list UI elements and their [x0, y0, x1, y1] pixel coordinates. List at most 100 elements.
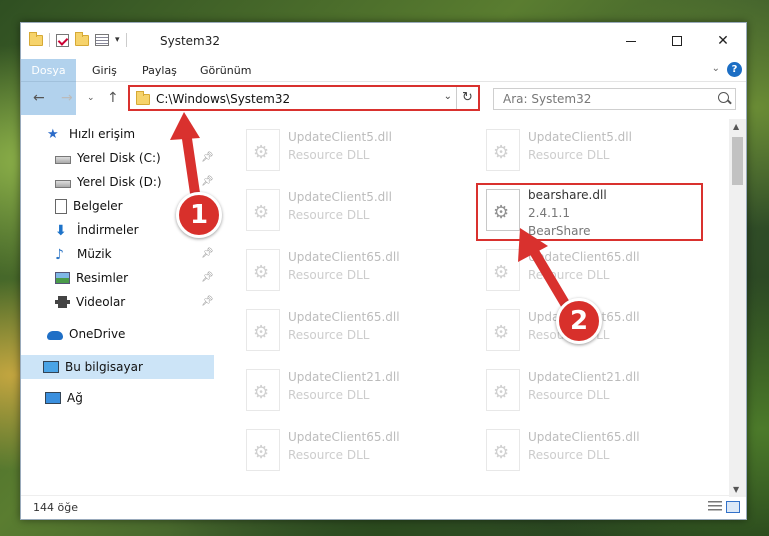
up-arrow-icon[interactable]: ↑ [107, 90, 119, 106]
address-path[interactable]: C:\Windows\System32 [156, 92, 290, 106]
maximize-icon [672, 36, 682, 46]
drive-icon [55, 156, 71, 164]
customize-icon[interactable] [95, 34, 109, 46]
back-arrow-icon[interactable]: ← [33, 90, 45, 106]
close-button[interactable]: ✕ [700, 23, 746, 59]
file-name: UpdateClient65.dll [528, 250, 640, 264]
sidebar-item-network[interactable]: Ağ [45, 387, 83, 409]
sidebar-item-label: Resimler [76, 271, 129, 285]
sidebar-item-label: Bu bilgisayar [65, 360, 143, 374]
sidebar-item-label: Yerel Disk (D:) [77, 175, 162, 189]
pin-icon[interactable]: 📌︎ [201, 272, 214, 283]
dll-file-icon [486, 369, 520, 411]
maximize-button[interactable] [654, 23, 700, 59]
list-item[interactable]: UpdateClient21.dll Resource DLL [216, 363, 436, 419]
sidebar-item-this-pc[interactable]: Bu bilgisayar [21, 355, 214, 379]
file-name: UpdateClient21.dll [288, 370, 400, 384]
pin-icon[interactable]: 📌︎ [201, 296, 214, 307]
list-item[interactable]: UpdateClient65.dll Resource DLL [456, 243, 676, 299]
list-item[interactable]: UpdateClient21.dll Resource DLL [456, 363, 676, 419]
dll-file-icon [486, 309, 520, 351]
quick-access-toolbar: ▾ [29, 31, 127, 47]
file-name: UpdateClient5.dll [528, 130, 632, 144]
search-placeholder: Ara: System32 [503, 92, 592, 106]
sidebar-item-videos[interactable]: Videolar [55, 291, 125, 313]
file-name: UpdateClient21.dll [528, 370, 640, 384]
sidebar-item-local-disk-c[interactable]: Yerel Disk (C:) [55, 147, 161, 169]
sidebar-item-pictures[interactable]: Resimler [55, 267, 128, 289]
pin-icon[interactable]: 📌︎ [201, 248, 214, 259]
file-description: Resource DLL [528, 388, 610, 402]
sidebar-item-label: Videolar [76, 295, 126, 309]
tab-share[interactable]: Paylaş [142, 59, 177, 82]
help-icon[interactable]: ? [727, 62, 742, 77]
file-description: Resource DLL [528, 268, 610, 282]
sidebar-item-label: İndirmeler [77, 223, 139, 237]
sidebar-item-onedrive[interactable]: OneDrive [47, 323, 125, 345]
divider [49, 33, 50, 47]
item-count: 144 öğe [33, 501, 78, 514]
recent-locations-chevron-icon[interactable]: ⌄ [87, 93, 95, 103]
list-item[interactable]: UpdateClient65.dll Resource DLL [216, 303, 436, 359]
tab-view[interactable]: Görünüm [200, 59, 251, 82]
search-icon[interactable] [718, 92, 729, 103]
scrollbar-thumb[interactable] [732, 137, 743, 185]
pin-icon[interactable]: 📌︎ [201, 152, 214, 163]
sidebar-item-local-disk-d[interactable]: Yerel Disk (D:) [55, 171, 162, 193]
sidebar-item-label: Müzik [77, 247, 112, 261]
scroll-up-icon[interactable]: ▲ [733, 122, 739, 131]
list-item[interactable]: UpdateClient5.dll Resource DLL [216, 123, 436, 179]
tab-home[interactable]: Giriş [92, 59, 117, 82]
file-description: Resource DLL [288, 148, 370, 162]
list-item[interactable]: UpdateClient5.dll Resource DLL [216, 183, 436, 239]
sidebar-item-music[interactable]: ♪ Müzik [55, 243, 112, 265]
file-name: UpdateClient5.dll [288, 130, 392, 144]
list-item[interactable]: UpdateClient5.dll Resource DLL [456, 123, 676, 179]
chevron-down-icon[interactable]: ⌄ [444, 91, 452, 102]
file-list: UpdateClient5.dll Resource DLL UpdateCli… [216, 119, 731, 499]
list-item[interactable]: UpdateClient65.dll Resource DLL [456, 423, 676, 479]
ribbon-tabs: Dosya Giriş Paylaş Görünüm ⌄ ? [21, 59, 746, 115]
minimize-button[interactable] [608, 23, 654, 59]
chevron-down-icon[interactable]: ⌄ [712, 63, 720, 74]
sidebar-item-label: Belgeler [73, 199, 123, 213]
pin-icon[interactable]: 📌︎ [201, 176, 214, 187]
file-description: Resource DLL [528, 148, 610, 162]
scroll-down-icon[interactable]: ▼ [733, 485, 739, 494]
sidebar-item-label: OneDrive [69, 327, 126, 341]
dll-file-icon [486, 429, 520, 471]
file-description: Resource DLL [528, 448, 610, 462]
title-bar: ▾ System32 ✕ [21, 23, 746, 59]
list-item[interactable]: UpdateClient65.dll Resource DLL [216, 423, 436, 479]
sidebar-item-label: Hızlı erişim [69, 127, 136, 141]
window-title: System32 [160, 34, 221, 48]
file-name: UpdateClient65.dll [288, 250, 400, 264]
dll-file-icon [246, 129, 280, 171]
cloud-icon [47, 331, 63, 340]
new-folder-icon[interactable] [75, 31, 89, 46]
refresh-icon[interactable]: ↻ [456, 87, 478, 109]
folder-icon [29, 31, 43, 46]
forward-arrow-icon[interactable]: → [61, 90, 73, 106]
step-marker-1: 1 [176, 192, 222, 238]
sidebar-item-downloads[interactable]: ⬇ İndirmeler [55, 219, 139, 241]
sidebar-item-quick-access[interactable]: ★ Hızlı erişim [47, 123, 135, 145]
vertical-scrollbar[interactable]: ▲ ▼ [729, 119, 746, 497]
file-name: UpdateClient65.dll [288, 430, 400, 444]
sidebar-item-label: Ağ [67, 391, 83, 405]
details-view-icon[interactable] [708, 501, 722, 513]
file-name: UpdateClient65.dll [528, 430, 640, 444]
large-icons-view-icon[interactable] [726, 501, 740, 513]
status-bar: 144 öğe [21, 495, 746, 519]
properties-check-icon[interactable] [56, 33, 69, 47]
chevron-down-icon[interactable]: ▾ [115, 35, 120, 45]
folder-icon [136, 91, 150, 105]
list-item[interactable]: UpdateClient65.dll Resource DLL [216, 243, 436, 299]
dll-file-icon [486, 129, 520, 171]
computer-icon [43, 361, 59, 373]
address-bar[interactable]: C:\Windows\System32 ⌄ ↻ [128, 85, 480, 111]
sidebar-item-documents[interactable]: Belgeler [55, 195, 123, 217]
download-icon: ⬇ [55, 223, 67, 239]
navigation-pane: ★ Hızlı erişim Yerel Disk (C:) 📌︎ Yerel … [21, 119, 214, 499]
search-input[interactable]: Ara: System32 [493, 88, 736, 110]
